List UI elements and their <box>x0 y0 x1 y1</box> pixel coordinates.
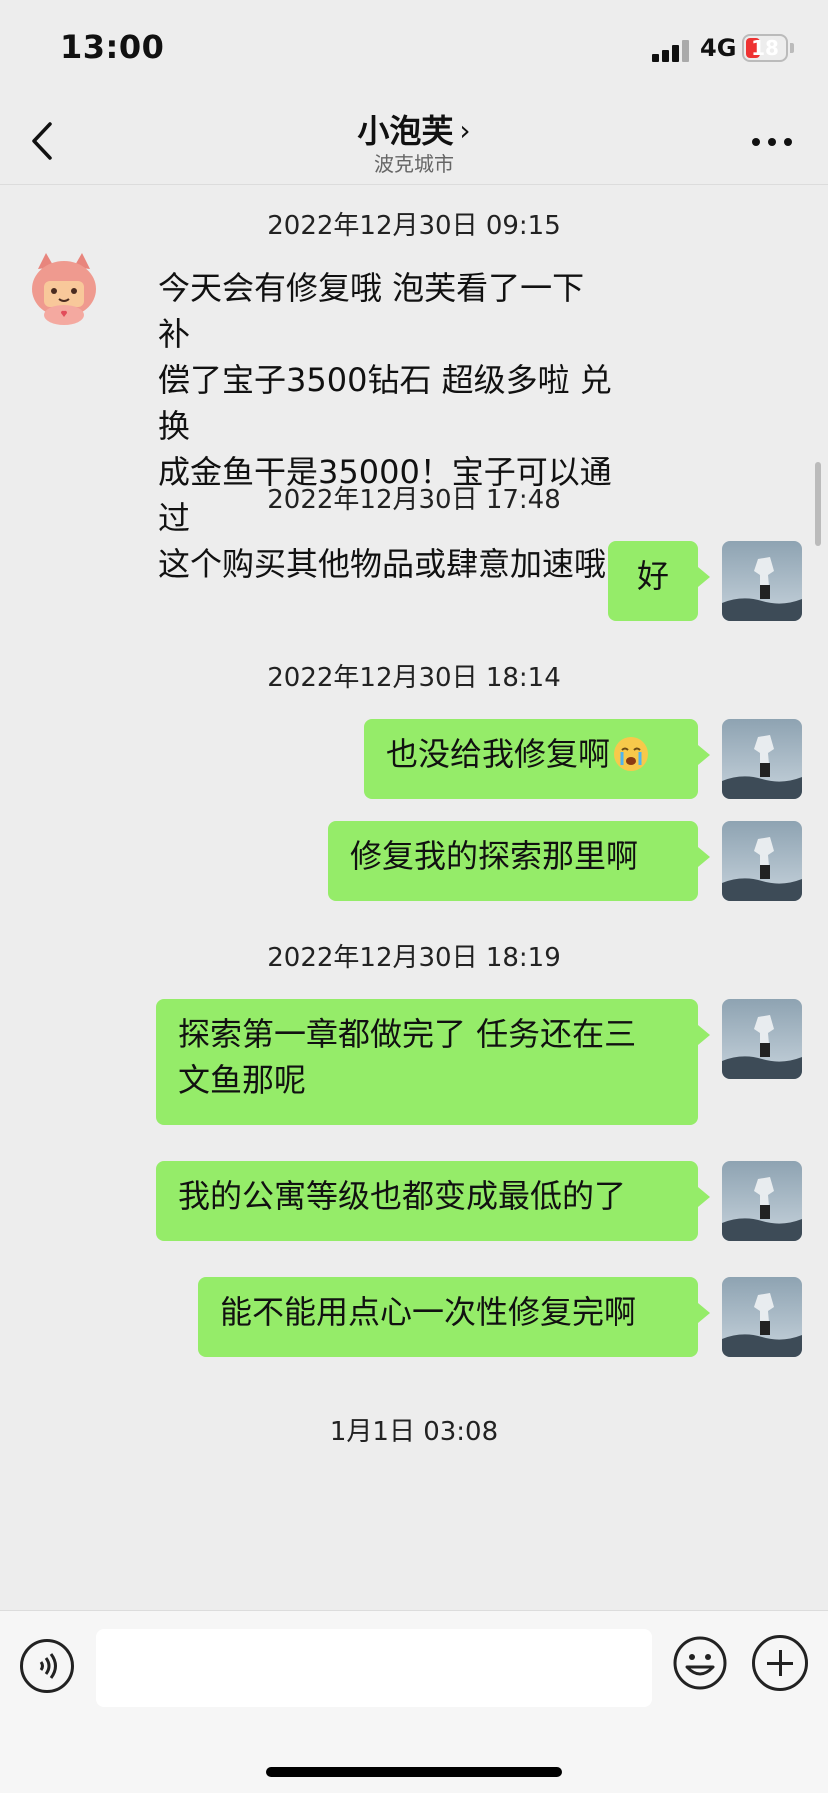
home-indicator <box>266 1767 562 1777</box>
timestamp: 2022年12月30日 09:15 <box>267 211 561 241</box>
message-line: 文鱼那呢 <box>178 1061 307 1099</box>
my-avatar[interactable] <box>722 821 802 901</box>
chat-subtitle: 波克城市 <box>374 152 454 176</box>
chat-header: 小泡芙 › 波克城市 <box>0 100 828 185</box>
chevron-right-icon: › <box>459 114 471 147</box>
outgoing-message[interactable]: 也没给我修复啊 <box>364 719 710 799</box>
scrollbar[interactable] <box>815 462 821 546</box>
crying-emoji <box>614 737 649 771</box>
signal-icon <box>652 38 690 62</box>
chat-title-button[interactable]: 小泡芙 › <box>0 106 828 152</box>
outgoing-message[interactable]: 能不能用点心一次性修复完啊 <box>198 1277 710 1357</box>
incoming-message[interactable]: 今天会有修复哦 泡芙看了一下补 偿了宝子3500钻石 超级多啦 兑换 成金鱼干是… <box>136 253 636 599</box>
status-bar: 13:00 4G 18 <box>0 0 828 100</box>
more-dots-icon[interactable] <box>748 126 798 160</box>
input-bar <box>0 1610 828 1793</box>
plus-circle-icon[interactable] <box>752 1635 808 1691</box>
message-text: 也没给我修复啊 <box>386 735 611 773</box>
smiley-icon[interactable] <box>672 1635 728 1691</box>
message-list[interactable]: 2022年12月30日 09:15 今天会有修复哦 泡芙看了一下补 偿了宝子35… <box>0 185 828 1610</box>
battery-icon: 18 <box>742 34 788 62</box>
message-line: 偿了宝子3500钻石 超级多啦 兑换 <box>158 361 612 445</box>
timestamp: 2022年12月30日 18:14 <box>267 663 561 693</box>
voice-icon[interactable] <box>20 1639 74 1693</box>
my-avatar[interactable] <box>722 1161 802 1241</box>
outgoing-message[interactable]: 修复我的探索那里啊 <box>328 821 710 901</box>
message-input[interactable] <box>96 1629 652 1707</box>
network-type: 4G <box>700 34 737 62</box>
contact-avatar[interactable] <box>24 247 104 327</box>
outgoing-message[interactable]: 探索第一章都做完了 任务还在三 文鱼那呢 <box>156 999 710 1125</box>
my-avatar[interactable] <box>722 541 802 621</box>
timestamp: 2022年12月30日 17:48 <box>267 485 561 515</box>
timestamp: 1月1日 03:08 <box>329 1417 499 1447</box>
my-avatar[interactable] <box>722 1277 802 1357</box>
outgoing-message[interactable]: 我的公寓等级也都变成最低的了 <box>156 1161 710 1241</box>
my-avatar[interactable] <box>722 999 802 1079</box>
status-time: 13:00 <box>60 28 165 66</box>
outgoing-message[interactable]: 好 <box>608 541 710 621</box>
chat-title: 小泡芙 <box>357 112 454 150</box>
my-avatar[interactable] <box>722 719 802 799</box>
message-line: 今天会有修复哦 泡芙看了一下补 <box>158 269 585 353</box>
message-line: 这个购买其他物品或肆意加速哦 <box>158 545 607 583</box>
timestamp: 2022年12月30日 18:19 <box>267 943 561 973</box>
message-line: 探索第一章都做完了 任务还在三 <box>178 1015 637 1053</box>
battery-level: 18 <box>751 36 779 60</box>
